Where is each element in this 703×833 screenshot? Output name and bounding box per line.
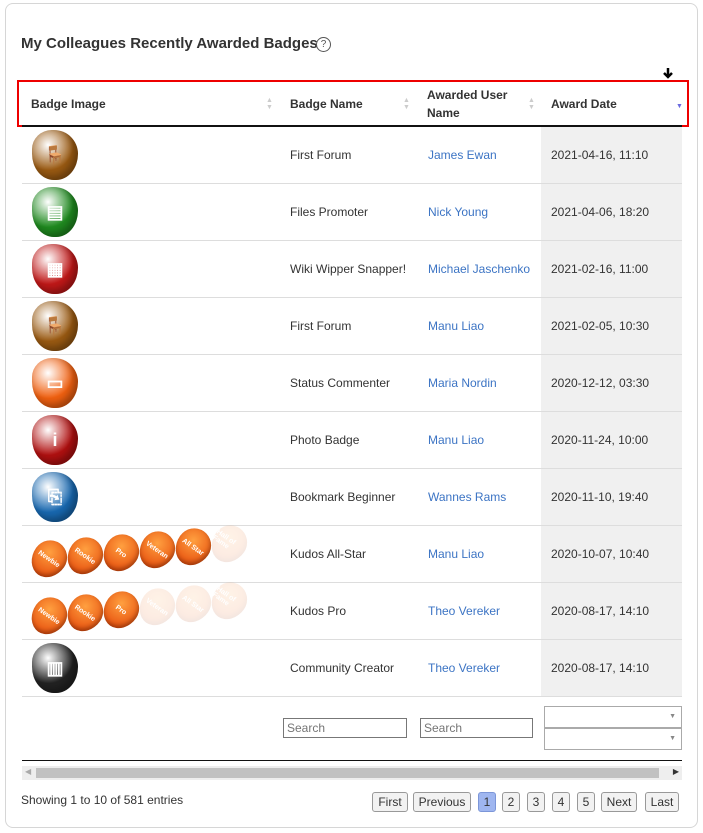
person-info-icon: i — [32, 415, 78, 465]
badge-name: Wiki Wipper Snapper! — [290, 262, 407, 276]
chevron-down-icon: ▼ — [669, 735, 676, 742]
table-row: i Photo Badge Manu Liao 2020-11-24, 10:0… — [22, 412, 682, 469]
search-user-name[interactable] — [420, 718, 533, 738]
scroll-right-icon[interactable]: ▶ — [673, 767, 679, 776]
user-link[interactable]: Wannes Rams — [428, 469, 506, 525]
badge-name: Bookmark Beginner — [290, 490, 396, 504]
award-date: 2020-12-12, 03:30 — [551, 376, 650, 390]
badge-image-cell: ▭ — [22, 355, 280, 411]
table-row: 🪑 First Forum James Ewan 2021-04-16, 11:… — [22, 127, 682, 184]
badge-image-cell: ▦ — [22, 241, 280, 297]
user-link[interactable]: James Ewan — [428, 127, 497, 183]
badge-name: First Forum — [290, 148, 352, 162]
widget-title: My Colleagues Recently Awarded Badges — [21, 35, 318, 52]
badge-name: Kudos Pro — [290, 604, 347, 618]
table-row: 🪑 First Forum Manu Liao 2021-02-05, 10:3… — [22, 298, 682, 355]
badge-name: Status Commenter — [290, 376, 391, 390]
award-date: 2020-08-17, 14:10 — [551, 604, 650, 618]
scrollbar-thumb[interactable] — [36, 768, 659, 778]
table-row: ▤ Files Promoter Nick Young 2021-04-06, … — [22, 184, 682, 241]
kudos-badge-icon: Hall of Fame — [204, 575, 254, 627]
award-date: 2021-02-16, 11:00 — [551, 262, 649, 276]
table-footer-divider — [22, 760, 682, 761]
bookmark-icon: ⎘ — [32, 472, 78, 522]
user-link[interactable]: Manu Liao — [428, 298, 484, 354]
page-button-last[interactable]: Last — [645, 792, 679, 812]
desk-icon: 🪑 — [32, 130, 78, 180]
badge-image-cell: 🪑 — [22, 127, 280, 183]
badge-image-cell: i — [22, 412, 280, 468]
badge-image-cell: ▤ — [22, 184, 280, 240]
page-button-4[interactable]: 4 — [552, 792, 570, 812]
help-icon[interactable]: ? — [316, 37, 331, 52]
badge-image-cell: 🪑 — [22, 298, 280, 354]
user-link[interactable]: Theo Vereker — [428, 583, 500, 639]
badge-name: First Forum — [290, 319, 352, 333]
comment-icon: ▭ — [32, 358, 78, 408]
user-link[interactable]: Nick Young — [428, 184, 488, 240]
user-link[interactable]: Manu Liao — [428, 526, 484, 582]
award-date: 2020-10-07, 10:40 — [551, 547, 650, 561]
badge-image-cell: ⎘ — [22, 469, 280, 525]
sort-desc-icon[interactable]: ▼ — [676, 103, 684, 117]
table-row: Newbie Rookie Pro Veteran All Star Hall of Fa… — [22, 518, 682, 585]
award-date: 2020-08-17, 14:10 — [551, 661, 650, 675]
scroll-left-icon[interactable]: ◀ — [25, 767, 31, 776]
table-row: ▦ Wiki Wipper Snapper! Michael Jaschenko… — [22, 241, 682, 298]
badge-name: Files Promoter — [290, 205, 369, 219]
page-button-first[interactable]: First — [372, 792, 408, 812]
badge-name: Community Creator — [290, 661, 395, 675]
badge-name: Kudos All-Star — [290, 547, 367, 561]
files-icon: ▤ — [32, 187, 78, 237]
badge-name: Photo Badge — [290, 433, 360, 447]
page-button-next[interactable]: Next — [601, 792, 637, 812]
col-badge-name[interactable]: Badge Name — [290, 81, 363, 126]
desk-icon: 🪑 — [32, 301, 78, 351]
badge-image-cell: Newbie Rookie Pro Veteran All Star Hall of Fa… — [22, 518, 280, 585]
wiki-page-icon: ▦ — [32, 244, 78, 294]
horizontal-scrollbar[interactable]: ◀ ▶ — [22, 766, 682, 780]
award-date: 2020-11-24, 10:00 — [551, 433, 649, 447]
award-date: 2021-04-06, 18:20 — [551, 205, 650, 219]
user-link[interactable]: Michael Jaschenko — [428, 241, 530, 297]
sort-icon[interactable]: ▲ ▼ — [266, 97, 274, 111]
page-button-1[interactable]: 1 — [478, 792, 496, 812]
page-button-previous[interactable]: Previous — [413, 792, 471, 812]
sort-icon[interactable]: ▲ ▼ — [528, 97, 536, 111]
badge-image-cell: Newbie Rookie Pro Veteran All Star Hall of Fa… — [22, 575, 280, 642]
award-date: 2021-04-16, 11:10 — [551, 148, 649, 162]
sort-icon[interactable]: ▲ ▼ — [403, 97, 411, 111]
kudos-badge-icon: Hall of Fame — [204, 518, 254, 570]
badge-image-cell: ▥ — [22, 640, 280, 696]
table-row: ▥ Community Creator Theo Vereker 2020-08… — [22, 640, 682, 697]
chevron-down-icon: ▼ — [669, 713, 676, 720]
table-row: Newbie Rookie Pro Veteran All Star Hall of Fa… — [22, 575, 682, 642]
table-row: ▭ Status Commenter Maria Nordin 2020-12-… — [22, 355, 682, 412]
date-to-select[interactable]: ▼ — [544, 728, 682, 750]
award-date: 2021-02-05, 10:30 — [551, 319, 650, 333]
user-link[interactable]: Manu Liao — [428, 412, 484, 468]
page-button-5[interactable]: 5 — [577, 792, 595, 812]
col-award-date[interactable]: Award Date — [551, 81, 617, 126]
page-button-3[interactable]: 3 — [527, 792, 545, 812]
entries-info: Showing 1 to 10 of 581 entries — [21, 793, 184, 807]
search-badge-name[interactable] — [283, 718, 407, 738]
buildings-icon: ▥ — [32, 643, 78, 693]
table-row: ⎘ Bookmark Beginner Wannes Rams 2020-11-… — [22, 469, 682, 526]
col-awarded-user[interactable]: Awarded User Name — [427, 81, 527, 126]
award-date: 2020-11-10, 19:40 — [551, 490, 649, 504]
user-link[interactable]: Theo Vereker — [428, 640, 500, 696]
col-badge-image[interactable]: Badge Image — [31, 81, 106, 126]
date-from-select[interactable]: ▼ — [544, 706, 682, 728]
user-link[interactable]: Maria Nordin — [428, 355, 497, 411]
page-button-2[interactable]: 2 — [502, 792, 520, 812]
